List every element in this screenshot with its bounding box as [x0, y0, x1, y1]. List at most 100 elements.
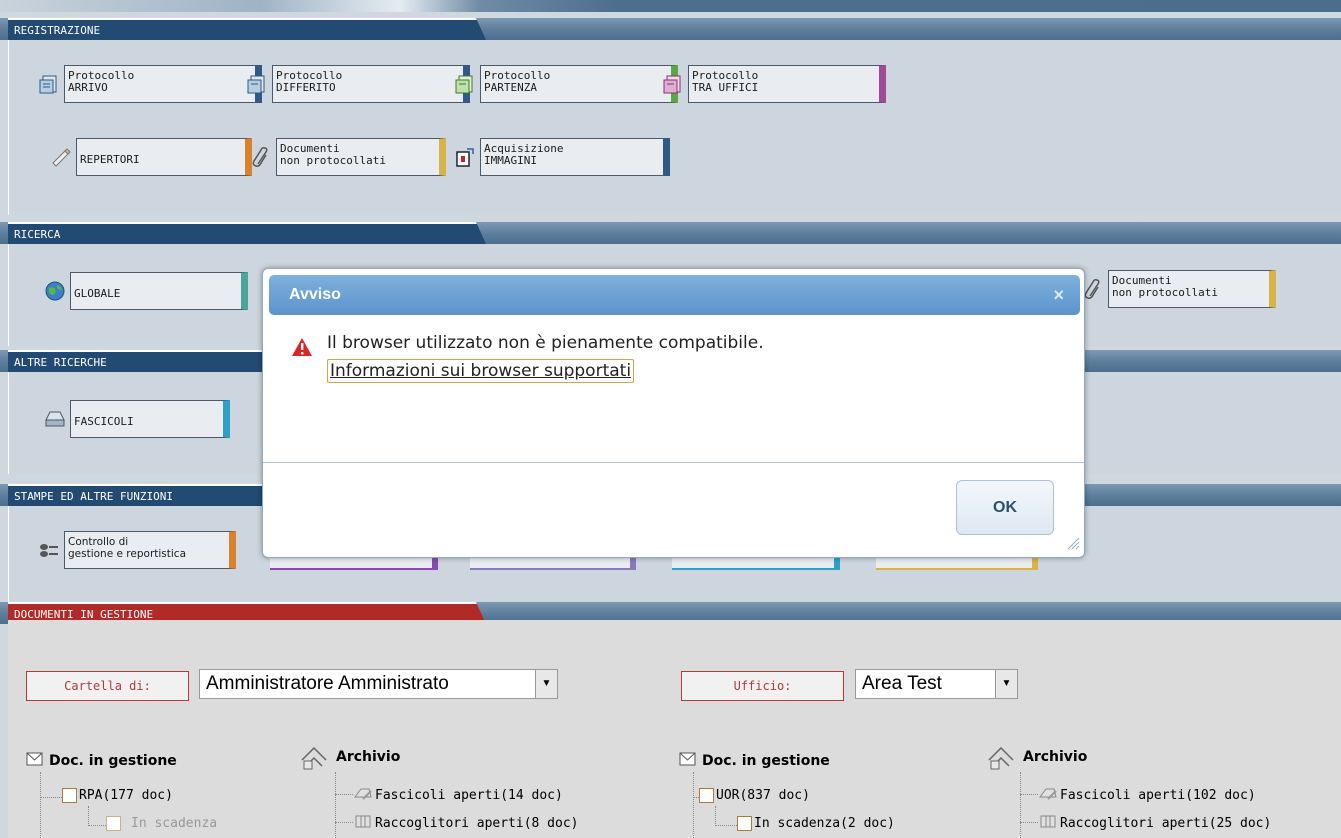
label-line2: non protocollati: [1112, 286, 1218, 299]
rpa-item[interactable]: RPA(177 doc): [62, 788, 173, 803]
rpa-item-label: RPA(177 doc): [79, 788, 173, 803]
label-line2: ARRIVO: [68, 81, 108, 94]
acquisizione-immagini-button[interactable]: Acquisizione IMMAGINI: [454, 138, 670, 176]
dialog-title: Avviso: [289, 286, 341, 303]
dialog-titlebar[interactable]: Avviso ×: [269, 275, 1080, 315]
section-title-registrazione: REGISTRAZIONE: [8, 18, 486, 40]
globale-label: GLOBALE: [70, 272, 248, 310]
uor-item[interactable]: UOR(837 doc): [699, 788, 810, 803]
ricerca-non-protocollati-button[interactable]: Documenti non protocollati: [1082, 270, 1276, 308]
scanner-icon: [454, 146, 476, 168]
tree-line: [1020, 822, 1038, 823]
cartella-value: Amministratore Amministrato: [206, 673, 449, 694]
archivio-header[interactable]: Archivio: [298, 740, 400, 774]
ufficio-value: Area Test: [862, 673, 942, 694]
fascicoli-button[interactable]: FASCICOLI: [44, 400, 230, 438]
uor-in-scadenza-item[interactable]: In scadenza(2 doc): [737, 816, 895, 831]
globe-icon: [44, 280, 66, 302]
tree-line: [335, 822, 353, 823]
label-line2: non protocollati: [280, 154, 386, 167]
documenti-panel: [8, 620, 1341, 838]
partial-button-blue[interactable]: [672, 558, 840, 570]
transfer-doc-icon: [662, 73, 684, 95]
switches-icon: [38, 539, 60, 561]
partial-button-lilac[interactable]: [470, 558, 636, 570]
ricerca-globale-button[interactable]: GLOBALE: [44, 272, 248, 310]
section-bar-registrazione: REGISTRAZIONE: [0, 18, 1341, 40]
archive-boxes-icon: [985, 740, 1017, 774]
tree-line: [715, 825, 737, 826]
partial-button-purple[interactable]: [270, 558, 438, 570]
archivio-uor-header-label: Archivio: [1023, 749, 1088, 765]
binder-icon: [353, 813, 373, 833]
uor-raccoglitori-aperti-label: Raccoglitori aperti(25 doc): [1060, 815, 1272, 831]
inbox-doc-icon: [38, 73, 60, 95]
envelope-icon: [679, 752, 696, 770]
browser-info-link[interactable]: Informazioni sui browser supportati: [327, 359, 635, 383]
cartella-label: Cartella di:: [26, 671, 189, 701]
tree-line: [40, 797, 62, 798]
section-bar-ricerca: RICERCA: [0, 222, 1341, 244]
fascicoli-label: FASCICOLI: [70, 400, 230, 438]
uor-item-label: UOR(837 doc): [716, 788, 810, 803]
uor-fascicoli-aperti-label: Fascicoli aperti(102 doc): [1060, 787, 1256, 803]
tree-line: [715, 806, 716, 826]
dialog-divider: [263, 462, 1084, 463]
resize-grip-icon[interactable]: [1066, 536, 1080, 553]
doc-stack-icon: [246, 73, 268, 95]
in-scadenza-label: In scadenza: [131, 816, 218, 831]
top-banner: [0, 0, 1341, 12]
repertori-button[interactable]: REPERTORI: [50, 138, 252, 176]
tree-line: [88, 825, 106, 826]
tree-line: [335, 794, 353, 795]
doc-gestione-uor-header[interactable]: Doc. in gestione: [679, 752, 830, 770]
uor-raccoglitori-aperti-item[interactable]: Raccoglitori aperti(25 doc): [1038, 813, 1271, 833]
label-line2: gestione e reportistica: [68, 548, 187, 560]
chevron-down-icon[interactable]: ▼: [995, 670, 1017, 698]
folder-checkbox-icon: [737, 816, 752, 831]
warning-icon: [291, 337, 313, 360]
section-title-ricerca: RICERCA: [8, 222, 486, 244]
archivio-header-label: Archivio: [336, 749, 401, 765]
dialog-message: Il browser utilizzato non è pienamente c…: [327, 333, 764, 353]
folder-pencil-icon: [353, 785, 373, 805]
in-scadenza-item[interactable]: In scadenza: [106, 816, 217, 831]
partial-button-yellow[interactable]: [876, 558, 1038, 570]
doc-gestione-header-label: Doc. in gestione: [49, 753, 177, 769]
ok-button[interactable]: OK: [956, 480, 1054, 535]
doc-gestione-header[interactable]: Doc. in gestione: [26, 752, 177, 770]
uor-fascicoli-aperti-item[interactable]: Fascicoli aperti(102 doc): [1038, 785, 1256, 805]
protocollo-arrivo-button[interactable]: Protocollo ARRIVO: [38, 65, 262, 103]
binder-icon: [1038, 813, 1058, 833]
folder-checkbox-icon: [699, 788, 714, 803]
tree-line: [40, 772, 41, 838]
tree-line: [1020, 772, 1021, 838]
folder-pencil-icon: [1038, 785, 1058, 805]
paperclip-icon: [1082, 278, 1104, 300]
documenti-non-protocollati-button[interactable]: Documenti non protocollati: [250, 138, 446, 176]
uor-in-scadenza-label: In scadenza(2 doc): [754, 816, 895, 831]
ufficio-select[interactable]: Area Test ▼: [855, 669, 1018, 699]
chevron-down-icon[interactable]: ▼: [535, 670, 557, 698]
tree-line: [335, 772, 336, 838]
raccoglitori-aperti-label: Raccoglitori aperti(8 doc): [375, 815, 579, 831]
folder-checkbox-icon: [62, 788, 77, 803]
protocollo-differito-button[interactable]: Protocollo DIFFERITO: [246, 65, 470, 103]
tree-line: [88, 806, 89, 826]
avviso-dialog: Avviso × Il browser utilizzato non è pie…: [262, 268, 1085, 558]
archive-boxes-icon: [298, 740, 330, 774]
doc-gestione-uor-header-label: Doc. in gestione: [702, 753, 830, 769]
cartella-select[interactable]: Amministratore Amministrato ▼: [199, 669, 558, 699]
label-line1: Controllo di: [68, 536, 129, 548]
fascicoli-aperti-label: Fascicoli aperti(14 doc): [375, 787, 563, 803]
label-line2: PARTENZA: [484, 81, 537, 94]
tree-line: [693, 772, 694, 838]
protocollo-partenza-button[interactable]: Protocollo PARTENZA: [454, 65, 678, 103]
fascicoli-aperti-item[interactable]: Fascicoli aperti(14 doc): [353, 785, 563, 805]
close-icon[interactable]: ×: [1053, 285, 1064, 305]
archivio-uor-header[interactable]: Archivio: [985, 740, 1087, 774]
protocollo-tra-uffici-button[interactable]: Protocollo TRA UFFICI: [662, 65, 886, 103]
raccoglitori-aperti-item[interactable]: Raccoglitori aperti(8 doc): [353, 813, 579, 833]
controllo-gestione-button[interactable]: Controllo di gestione e reportistica: [38, 531, 236, 569]
repertori-label: REPERTORI: [76, 138, 252, 176]
